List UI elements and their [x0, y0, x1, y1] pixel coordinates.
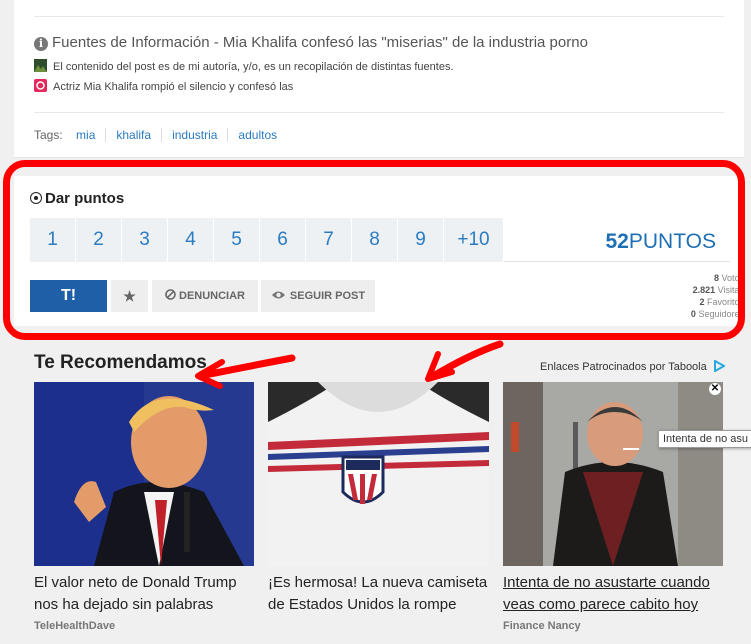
points-option-9[interactable]: 9 [398, 218, 444, 262]
info-icon: i [34, 37, 48, 51]
tags-label: Tags: [34, 128, 63, 142]
tags-row: Tags: mia khalifa industria adultos [34, 128, 287, 142]
source-line-link[interactable]: Actriz Mia Khalifa rompió el silencio y … [34, 79, 293, 93]
trump-photo [34, 382, 254, 566]
follow-post-button[interactable]: SEGUIR POST [261, 280, 375, 312]
points-option-5[interactable]: 5 [214, 218, 260, 262]
points-option-8[interactable]: 8 [352, 218, 398, 262]
target-icon [30, 192, 42, 204]
recommend-image-3[interactable] [503, 382, 723, 566]
annotation-arrow [426, 340, 504, 382]
points-option-4[interactable]: 4 [168, 218, 214, 262]
recommend-headline-3[interactable]: Intenta de no asustarte cuando veas como… [503, 572, 733, 616]
divider [34, 16, 724, 17]
stat-followers: 0 Seguidores [690, 309, 744, 319]
recommend-headline-2[interactable]: ¡Es hermosa! La nueva camiseta de Estado… [268, 572, 493, 616]
recommend-image-1[interactable] [34, 382, 254, 566]
points-total: 52PUNTOS [605, 230, 717, 253]
usa-jersey-photo [268, 382, 489, 566]
tag-link[interactable]: khalifa [106, 128, 163, 142]
recommend-headline-1[interactable]: El valor neto de Donald Trump nos ha dej… [34, 572, 259, 616]
tag-link[interactable]: adultos [228, 128, 287, 142]
points-option-7[interactable]: 7 [306, 218, 352, 262]
points-option-6[interactable]: 6 [260, 218, 306, 262]
tag-link[interactable]: mia [66, 128, 107, 142]
landscape-icon [34, 59, 47, 72]
block-icon [165, 289, 176, 300]
points-option-3[interactable]: 3 [122, 218, 168, 262]
points-option-2[interactable]: 2 [76, 218, 122, 262]
points-option-10[interactable]: +10 [444, 218, 504, 262]
eye-icon [271, 291, 285, 299]
recommend-brand-1: TeleHealthDave [34, 620, 116, 632]
tag-link[interactable]: industria [162, 128, 229, 142]
points-option-1[interactable]: 1 [30, 218, 76, 262]
recommend-brand-3: Finance Nancy [503, 620, 581, 632]
sponsored-label[interactable]: Enlaces Patrocinados por Taboola [540, 360, 725, 373]
points-card: Dar puntos 1 2 3 4 5 6 7 8 9 +10 52PUNTO… [14, 176, 744, 326]
man-street-photo [503, 382, 723, 566]
divider [34, 112, 724, 113]
stat-votes: 8 Votos [713, 273, 744, 283]
post-stats: 8 Votos 2.821 Visitas 2 Favoritos 0 Segu… [691, 272, 744, 320]
arrowhead [425, 351, 455, 382]
stat-favorites: 2 Favoritos [699, 297, 744, 307]
sources-card: i Fuentes de Información - Mia Khalifa co… [14, 0, 744, 158]
stat-visits: 2.821 Visitas [692, 285, 744, 295]
adchoices-icon[interactable] [713, 360, 725, 372]
favorite-button[interactable]: ★ [111, 280, 148, 312]
points-selector: 1 2 3 4 5 6 7 8 9 +10 52PUNTOS [30, 218, 730, 262]
tooltip: Intenta de no asu [658, 430, 751, 448]
recommend-title: Te Recomendamos [34, 352, 207, 373]
recommend-image-2[interactable] [268, 382, 489, 566]
source-site-icon [34, 79, 47, 92]
annotation-arrow [196, 354, 296, 380]
t-button[interactable]: T! [30, 280, 107, 312]
close-icon[interactable]: ✕ [709, 383, 721, 395]
star-icon: ★ [123, 288, 136, 304]
report-button[interactable]: DENUNCIAR [152, 280, 258, 312]
sources-title: i Fuentes de Información - Mia Khalifa co… [34, 34, 588, 51]
source-line-authorship: El contenido del post es de mi autoría, … [34, 59, 454, 73]
give-points-title: Dar puntos [30, 190, 124, 207]
